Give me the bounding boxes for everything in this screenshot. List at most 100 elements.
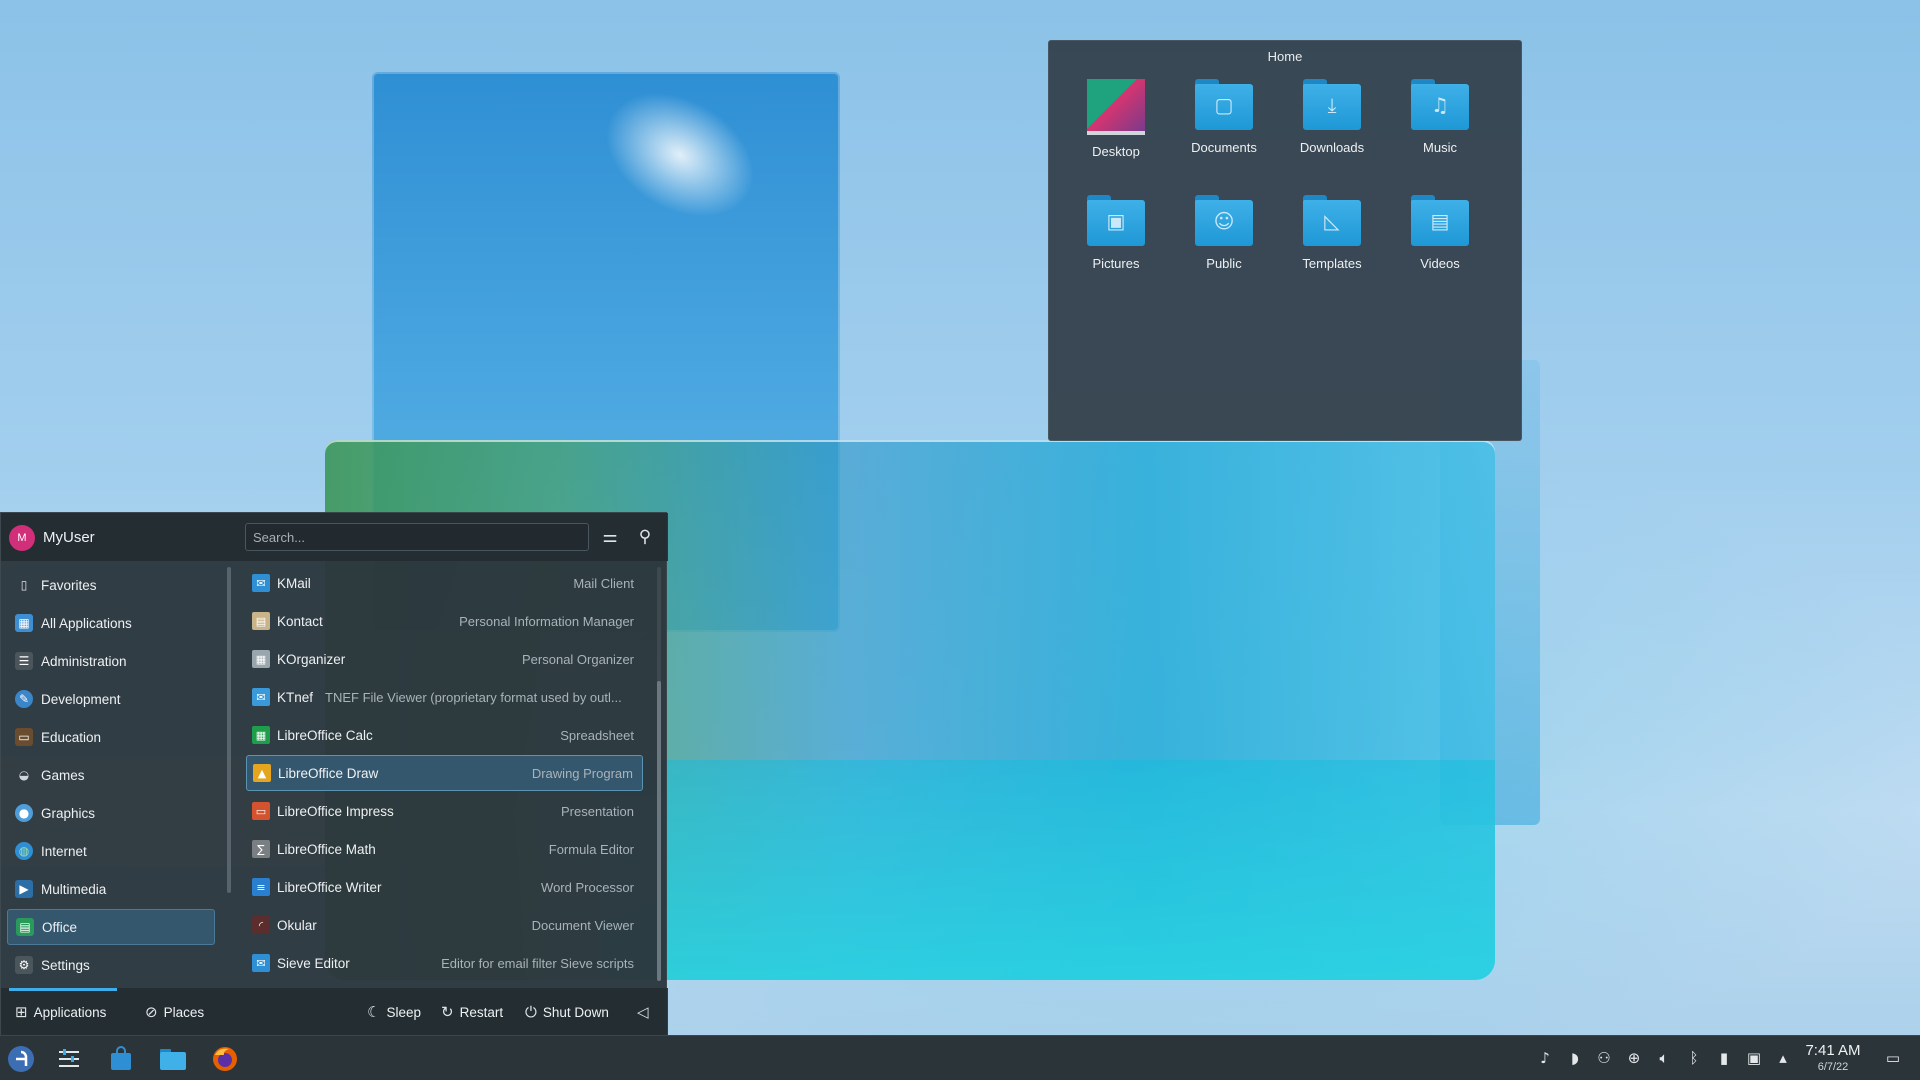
category-all-applications[interactable]: ▦ All Applications (7, 605, 215, 641)
rss-feed-icon[interactable]: ◗ (1565, 1048, 1585, 1068)
app-list: ✉ KMail Mail Client ▤ Kontact Personal I… (241, 563, 646, 998)
applications-grid-icon: ⊞ (15, 1003, 28, 1021)
app-name: KMail (277, 575, 311, 591)
folder-item-downloads[interactable]: ⤓ Downloads (1278, 73, 1386, 189)
more-options-button[interactable]: ◁ (637, 1000, 655, 1024)
task-file-manager[interactable] (156, 1042, 190, 1076)
category-education[interactable]: ▭ Education (7, 719, 215, 755)
launcher-button[interactable] (4, 1042, 38, 1076)
folder-label: Public (1206, 256, 1242, 271)
launcher-footer: ⊞ Applications ⊘ Places ☾ Sleep ↻ Restar… (1, 988, 668, 1036)
app-item-korganizer[interactable]: ▦ KOrganizer Personal Organizer (246, 641, 643, 677)
app-name: LibreOffice Draw (278, 765, 379, 781)
category-scrollbar[interactable] (227, 567, 231, 893)
app-description: Document Viewer (531, 917, 634, 933)
bluetooth-icon[interactable]: ᛒ (1684, 1048, 1704, 1068)
restart-button[interactable]: ↻ Restart (441, 1000, 503, 1024)
notifications-bell-icon[interactable]: ♪ (1535, 1048, 1555, 1068)
task-discover[interactable] (104, 1042, 138, 1076)
tab-applications-label: Applications (33, 1004, 107, 1020)
tray-expand-arrow-icon[interactable]: ▴ (1773, 1048, 1793, 1068)
clock-date[interactable]: 6/7/22 (1800, 1061, 1866, 1073)
folder-item-templates[interactable]: ◺ Templates (1278, 189, 1386, 305)
category-development[interactable]: ✎ Development (7, 681, 215, 717)
app-item-libreoffice-draw[interactable]: ▲ LibreOffice Draw Drawing Program (246, 755, 643, 791)
ktnef-icon: ✉ (252, 688, 270, 706)
category-office[interactable]: ▤ Office (7, 909, 215, 945)
settings-icon: ⚙ (15, 956, 33, 974)
task-system-settings[interactable] (52, 1042, 86, 1076)
app-item-libreoffice-impress[interactable]: ▭ LibreOffice Impress Presentation (246, 793, 643, 829)
search-input[interactable] (245, 523, 589, 551)
videos-folder-icon: ▤ (1409, 193, 1471, 249)
kde-connect-icon[interactable]: ⚇ (1594, 1048, 1614, 1068)
templates-folder-icon: ◺ (1301, 193, 1363, 249)
task-firefox[interactable] (208, 1042, 242, 1076)
public-folder-icon: ☺ (1193, 193, 1255, 249)
folder-item-music[interactable]: ♫ Music (1386, 73, 1494, 189)
libreoffice-calc-icon: ▦ (252, 726, 270, 744)
category-label: Graphics (41, 805, 96, 821)
folder-icon (160, 1049, 186, 1070)
app-item-okular[interactable]: ◜ Okular Document Viewer (246, 907, 643, 943)
compass-icon: ⊘ (145, 1003, 158, 1021)
folder-item-videos[interactable]: ▤ Videos (1386, 189, 1494, 305)
libreoffice-draw-icon: ▲ (253, 764, 271, 782)
downloads-folder-icon: ⤓ (1301, 77, 1363, 133)
folder-label: Videos (1420, 256, 1460, 271)
category-label: Office (42, 919, 78, 935)
tab-applications[interactable]: ⊞ Applications (15, 1000, 106, 1024)
folder-view-title: Home (1267, 49, 1303, 64)
category-administration[interactable]: ☰ Administration (7, 643, 215, 679)
folder-view-grid: Desktop ▢ Documents ⤓ Downloads ♫ Music … (1062, 73, 1521, 305)
settings-sliders-icon[interactable]: ⚌ (598, 525, 622, 549)
app-name: Okular (277, 917, 317, 933)
app-item-sieve-editor[interactable]: ✉ Sieve Editor Editor for email filter S… (246, 945, 643, 981)
category-favorites[interactable]: ▯ Favorites (7, 567, 215, 603)
pin-icon[interactable]: ⚲ (633, 525, 657, 549)
updates-icon[interactable]: ⊕ (1624, 1048, 1644, 1068)
app-description: Mail Client (573, 575, 634, 591)
documents-folder-icon: ▢ (1193, 77, 1255, 133)
grid-icon: ▦ (15, 614, 33, 632)
folder-item-documents[interactable]: ▢ Documents (1170, 73, 1278, 189)
category-graphics[interactable]: ● Graphics (7, 795, 215, 831)
network-icon[interactable]: ▣ (1744, 1048, 1764, 1068)
desktop-folder-icon (1087, 79, 1145, 135)
category-settings[interactable]: ⚙ Settings (7, 947, 215, 983)
category-games[interactable]: ◒ Games (7, 757, 215, 793)
app-list-scrollbar-thumb[interactable] (657, 681, 661, 981)
active-tab-indicator (9, 988, 117, 991)
app-item-libreoffice-writer[interactable]: ≡ LibreOffice Writer Word Processor (246, 869, 643, 905)
app-name: Sieve Editor (277, 955, 350, 971)
app-item-libreoffice-calc[interactable]: ▦ LibreOffice Calc Spreadsheet (246, 717, 643, 753)
app-name: LibreOffice Impress (277, 803, 394, 819)
shopping-bag-icon (111, 1046, 131, 1070)
volume-icon[interactable]: 🔈︎ (1654, 1048, 1674, 1068)
category-internet[interactable]: ◍ Internet (7, 833, 215, 869)
firefox-icon (213, 1047, 237, 1071)
app-item-kontact[interactable]: ▤ Kontact Personal Information Manager (246, 603, 643, 639)
category-label: Education (41, 729, 102, 745)
folder-label: Desktop (1092, 144, 1140, 159)
shutdown-button[interactable]: ⏻ Shut Down (525, 1000, 609, 1024)
clock-time[interactable]: 7:41 AM (1800, 1042, 1866, 1059)
app-description: Editor for email filter Sieve scripts (441, 955, 634, 971)
folder-item-desktop[interactable]: Desktop (1062, 73, 1170, 189)
sleep-button[interactable]: ☾ Sleep (367, 1000, 421, 1024)
app-item-kmail[interactable]: ✉ KMail Mail Client (246, 565, 643, 601)
folder-item-pictures[interactable]: ▣ Pictures (1062, 189, 1170, 305)
removable-device-icon[interactable]: ▮ (1714, 1048, 1734, 1068)
folder-label: Pictures (1092, 256, 1140, 271)
app-item-ktnef[interactable]: ✉ KTnef TNEF File Viewer (proprietary fo… (246, 679, 643, 715)
tab-places[interactable]: ⊘ Places (145, 1000, 204, 1024)
wallpaper-glass-water (600, 760, 1495, 980)
gamepad-icon: ◒ (18, 768, 30, 782)
show-desktop-icon[interactable]: ▭ (1883, 1048, 1903, 1068)
category-multimedia[interactable]: ▶ Multimedia (7, 871, 215, 907)
app-name: LibreOffice Math (277, 841, 376, 857)
category-label: Development (41, 691, 121, 707)
avatar[interactable]: M (9, 525, 35, 551)
folder-item-public[interactable]: ☺ Public (1170, 189, 1278, 305)
app-item-libreoffice-math[interactable]: ∑ LibreOffice Math Formula Editor (246, 831, 643, 867)
